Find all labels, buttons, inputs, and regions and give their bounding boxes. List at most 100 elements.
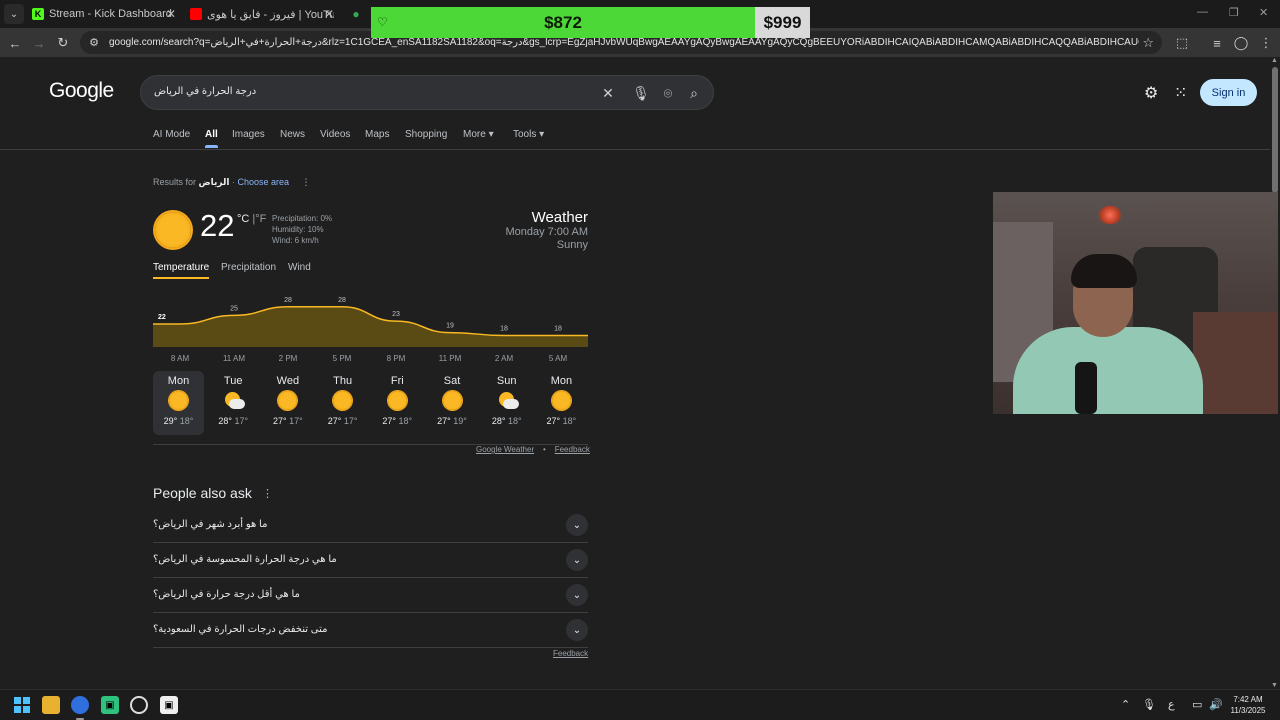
app-icon[interactable]: ▣ (160, 696, 178, 714)
day-forecast[interactable]: Wed 27° 17° (262, 371, 313, 435)
paa-question[interactable]: متى تنخفض درجات الحرارة في السعودية؟ ⌄ (153, 613, 588, 648)
apps-grid-icon[interactable]: ⁙ (1174, 83, 1187, 103)
google-logo[interactable]: Google (49, 79, 114, 103)
day-forecast[interactable]: Sun 28° 18° (481, 371, 532, 435)
day-temps: 28° 17° (208, 416, 259, 426)
tab-videos[interactable]: Videos (320, 129, 350, 140)
day-name: Mon (550, 375, 573, 387)
lens-icon[interactable]: ⌾ (659, 84, 677, 102)
chevron-down-icon[interactable]: ⌄ (566, 619, 588, 641)
kick-app-icon[interactable]: ▣ (101, 696, 119, 714)
tab-all[interactable]: All (205, 129, 218, 148)
day-forecast[interactable]: Mon 27° 18° (536, 371, 587, 435)
forward-icon[interactable]: → (30, 34, 48, 52)
temperature-point-label: 23 (392, 311, 400, 318)
close-tab-icon[interactable]: ✕ (166, 7, 176, 21)
reload-icon[interactable]: ↻ (54, 34, 72, 52)
tray-mic-icon[interactable]: 🎙 (1142, 698, 1156, 711)
scroll-down-icon[interactable]: ▼ (1271, 682, 1278, 689)
more-options-icon[interactable]: ⋮ (302, 177, 311, 187)
unit-celsius[interactable]: °C (237, 213, 249, 225)
weather-title: Weather (531, 209, 588, 226)
restore-icon[interactable]: ❐ (1229, 6, 1239, 19)
choose-area-link[interactable]: Choose area (237, 177, 289, 187)
day-low: 18° (177, 416, 194, 426)
day-forecast[interactable]: Mon 29° 18° (153, 371, 204, 435)
scroll-thumb[interactable] (1272, 67, 1278, 193)
tab-tools[interactable]: Tools ▾ (513, 129, 544, 140)
sun-icon (155, 212, 191, 248)
bookmark-star-icon[interactable]: ☆ (1142, 35, 1154, 51)
tab-kick-dashboard[interactable]: K Stream - Kick Dashboard ✕ (32, 3, 176, 25)
tab-youtube[interactable]: فيروز - فايق يا هوى | YouTube ✕ (190, 3, 334, 25)
day-name: Sat (443, 375, 461, 387)
media-control-icon[interactable]: ≡ (1208, 34, 1226, 52)
hour-label: 11 AM (222, 354, 246, 363)
obs-icon[interactable] (130, 696, 148, 714)
paa-question[interactable]: ما هي درجة الحرارة المحسوسة في الرياض؟ ⌄ (153, 543, 588, 578)
chevron-down-icon[interactable]: ⌄ (566, 584, 588, 606)
tray-overflow-icon[interactable]: ⌃ (1121, 698, 1130, 711)
file-explorer-icon[interactable] (42, 696, 60, 714)
chevron-down-icon[interactable]: ⌄ (566, 514, 588, 536)
unit-fahrenheit[interactable]: °F (255, 213, 266, 225)
day-forecast[interactable]: Fri 27° 18° (372, 371, 423, 435)
sign-in-button[interactable]: Sign in (1200, 79, 1257, 106)
paa-question[interactable]: ما هي أقل درجة حرارة في الرياض؟ ⌄ (153, 578, 588, 613)
tab-temperature[interactable]: Temperature (153, 262, 210, 279)
unit-toggle[interactable]: °C |°F (237, 213, 266, 225)
profile-icon[interactable]: ◯ (1232, 34, 1250, 52)
volume-icon[interactable]: 🔊 (1209, 698, 1223, 711)
paa-question[interactable]: ما هو أبرد شهر في الرياض؟ ⌄ (153, 508, 588, 543)
tab-wind[interactable]: Wind (288, 262, 311, 273)
paa-feedback-link[interactable]: Feedback (553, 649, 588, 658)
weather-feedback-link[interactable]: Feedback (555, 445, 590, 454)
day-forecast[interactable]: Thu 27° 17° (317, 371, 368, 435)
tab-precipitation[interactable]: Precipitation (221, 262, 276, 273)
results-location: الرياض (198, 177, 230, 187)
settings-icon[interactable]: ⚙ (1144, 83, 1158, 103)
windows-start-icon[interactable] (13, 696, 31, 714)
tab-maps[interactable]: Maps (365, 129, 389, 140)
day-forecast[interactable]: Sat 27° 19° (427, 371, 478, 435)
tab-images[interactable]: Images (232, 129, 265, 140)
tab-ai-mode[interactable]: AI Mode (153, 129, 190, 140)
google-weather-link[interactable]: Google Weather (476, 445, 534, 454)
mic-icon[interactable]: 🎙 (632, 84, 650, 102)
tab-shopping[interactable]: Shopping (405, 129, 447, 140)
day-high: 27° (382, 416, 397, 426)
clear-icon[interactable]: ✕ (599, 84, 617, 102)
menu-icon[interactable]: ⋮ (1257, 34, 1275, 52)
tab-more[interactable]: More ▾ (463, 129, 494, 140)
day-forecast[interactable]: Tue 28° 17° (208, 371, 259, 435)
close-tab-icon[interactable]: ✕ (324, 7, 334, 21)
site-info-icon[interactable]: ⚙ (87, 36, 101, 50)
system-clock[interactable]: 7:42 AM 11/3/2025 (1226, 694, 1270, 716)
chevron-down-icon[interactable]: ⌄ (566, 549, 588, 571)
close-window-icon[interactable]: ✕ (1259, 6, 1268, 19)
search-input[interactable]: درجة الحرارة في الرياض (154, 86, 256, 97)
current-temperature: 22 (200, 208, 235, 243)
chrome-icon[interactable] (71, 696, 89, 714)
goal-current: $872 (544, 12, 582, 32)
results-for: Results for الرياض · Choose area ⋮ (153, 177, 311, 187)
sun-icon (551, 391, 571, 411)
scroll-up-icon[interactable]: ▲ (1271, 57, 1278, 64)
network-icon[interactable]: ▭ (1192, 698, 1202, 711)
minimize-icon[interactable]: — (1197, 6, 1208, 18)
paa-question-text: ما هو أبرد شهر في الرياض؟ (153, 519, 268, 530)
input-language[interactable]: ع (1168, 698, 1175, 711)
extensions-icon[interactable]: ⬚ (1173, 34, 1191, 52)
more-options-icon[interactable]: ⋮ (262, 487, 273, 500)
wind: Wind: 6 km/h (272, 236, 319, 245)
url-text[interactable]: google.com/search?q=درجة+الحرارة+في+الري… (109, 37, 1139, 48)
search-icon[interactable]: ⌕ (685, 84, 703, 102)
people-also-ask-title: People also ask (153, 485, 252, 501)
search-box[interactable]: درجة الحرارة في الرياض ✕ 🎙 ⌾ ⌕ (140, 75, 714, 110)
webcam-overlay (993, 192, 1278, 414)
tab-maps[interactable]: ● (350, 3, 370, 25)
tab-news[interactable]: News (280, 129, 305, 140)
tab-search-button[interactable]: ⌄ (4, 4, 24, 24)
back-icon[interactable]: ← (6, 34, 24, 52)
day-temps: 27° 17° (262, 416, 313, 426)
